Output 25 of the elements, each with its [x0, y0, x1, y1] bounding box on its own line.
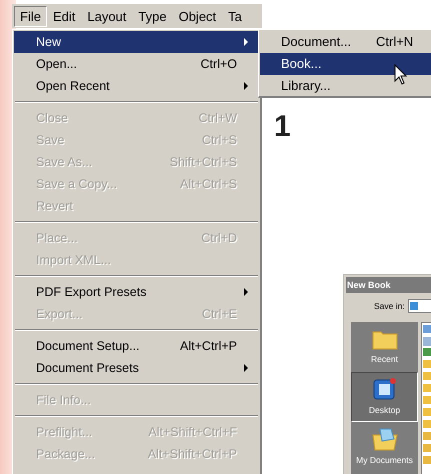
menu-bar-item[interactable]: Object	[172, 6, 222, 26]
dialog-title-bar: New Book	[346, 277, 431, 293]
menu-item[interactable]: Book...	[260, 53, 431, 75]
desktop-icon	[372, 377, 398, 402]
step-number: 1	[274, 112, 291, 142]
menu-item[interactable]: Document... Ctrl+N	[260, 31, 431, 53]
menu-bar-item[interactable]: Layout	[81, 6, 132, 26]
place-button[interactable]: My Documents	[351, 422, 418, 472]
menu-item[interactable]: Open Recent	[14, 75, 259, 97]
documents-folder-icon	[372, 427, 398, 452]
menu-bar-item[interactable]: File	[14, 6, 47, 26]
mouse-pointer-icon	[394, 64, 408, 86]
place-button[interactable]: Recent	[351, 322, 418, 372]
menu-item[interactable]: Document Presets	[14, 357, 259, 379]
save-in-field[interactable]	[408, 299, 431, 313]
menu-bar-item[interactable]: Ta	[222, 6, 248, 26]
menu-item[interactable]: PDF Export Presets	[14, 281, 259, 303]
menu-bar-item[interactable]: Edit	[46, 6, 82, 26]
save-in-label: Save in:	[374, 300, 405, 312]
menu-bar-item[interactable]: Type	[132, 6, 173, 26]
place-button[interactable]: Desktop	[351, 372, 418, 422]
menu-item[interactable]: New	[14, 31, 259, 53]
menu-item[interactable]: Open... Ctrl+O	[14, 53, 259, 75]
menu-item[interactable]: Document Setup... Alt+Ctrl+P	[14, 335, 259, 357]
menu-item[interactable]: Library...	[260, 75, 431, 97]
